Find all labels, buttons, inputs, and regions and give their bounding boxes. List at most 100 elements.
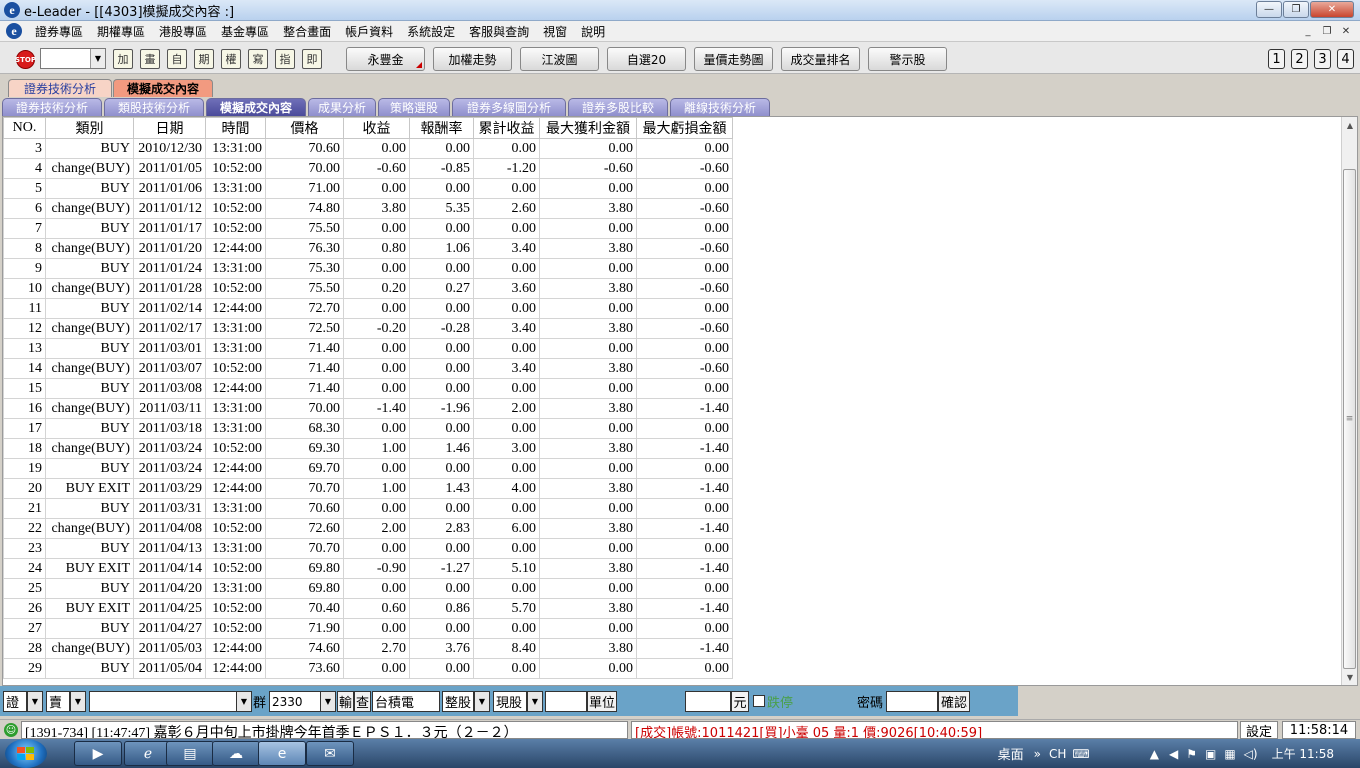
table-row[interactable]: 22 change(BUY) 2011/04/08 10:52:00 72.60 2.00…	[3, 518, 733, 539]
chat-app-icon[interactable]: ✉	[306, 741, 354, 766]
volume-rank-button[interactable]: 成交量排名	[781, 47, 860, 71]
column-header[interactable]: NO.	[3, 117, 46, 139]
subtab-strategy[interactable]: 策略選股	[378, 98, 450, 116]
layout-4-button[interactable]: 4	[1337, 49, 1354, 69]
chevron-down-icon[interactable]: ▼	[90, 49, 105, 68]
chart-icon[interactable]: 畫	[140, 49, 160, 69]
menu-futures-zone[interactable]: 期權專區	[90, 23, 152, 40]
layout-3-button[interactable]: 3	[1314, 49, 1331, 69]
broker-button[interactable]: 永豐金	[346, 47, 425, 71]
wave-chart-button[interactable]: 江波圖	[520, 47, 599, 71]
price-input[interactable]	[685, 691, 731, 712]
scroll-down-icon[interactable]: ▼	[1342, 669, 1357, 685]
keyboard-icon[interactable]: ⌨	[1072, 747, 1089, 761]
table-row[interactable]: 26 BUY EXIT 2011/04/25 10:52:00 70.40 0.60 0.8…	[3, 598, 733, 619]
file-explorer-icon[interactable]: ▤	[166, 741, 214, 766]
confirm-button[interactable]: 確認	[938, 691, 970, 712]
tray-arrow-icon[interactable]: ▲	[1150, 747, 1159, 761]
trade-type-select[interactable]: 現股	[493, 691, 527, 712]
mdi-minimize-button[interactable]: _	[1300, 23, 1316, 39]
table-row[interactable]: 27 BUY 2011/04/27 10:52:00 71.90 0.00 0.00 0.00…	[3, 618, 733, 639]
taskbar-clock[interactable]: 上午 11:58	[1272, 745, 1334, 762]
subtab-simulated-trades[interactable]: 模擬成交內容	[206, 98, 306, 116]
table-row[interactable]: 5 BUY 2011/01/06 13:31:00 71.00 0.00 0.00 0.00 0…	[3, 178, 733, 199]
menu-hk-zone[interactable]: 港股專區	[152, 23, 214, 40]
table-row[interactable]: 7 BUY 2011/01/17 10:52:00 75.50 0.00 0.00 0.00 0…	[3, 218, 733, 239]
subtab-results[interactable]: 成果分析	[308, 98, 376, 116]
volume-price-button[interactable]: 量價走勢圖	[694, 47, 773, 71]
tab-securities-analysis[interactable]: 證券技術分析	[8, 79, 112, 97]
chevron-down-icon[interactable]: ▼	[527, 691, 543, 712]
column-header[interactable]: 日期	[133, 117, 206, 139]
mdi-restore-button[interactable]: ❐	[1319, 23, 1335, 39]
table-row[interactable]: 20 BUY EXIT 2011/03/29 12:44:00 70.70 1.00 1.4…	[3, 478, 733, 499]
media-player-icon[interactable]: ▶	[74, 741, 122, 766]
index-icon[interactable]: 指	[275, 49, 295, 69]
side-select[interactable]: 賣	[46, 691, 70, 712]
table-row[interactable]: 6 change(BUY) 2011/01/12 10:52:00 74.80 3.80 5…	[3, 198, 733, 219]
alert-stocks-button[interactable]: 警示股	[868, 47, 947, 71]
input-button[interactable]: 輸	[337, 691, 354, 712]
menu-fund-zone[interactable]: 基金專區	[214, 23, 276, 40]
menu-window[interactable]: 視窗	[536, 23, 574, 40]
scroll-up-icon[interactable]: ▲	[1342, 117, 1357, 133]
vertical-scrollbar[interactable]: ▲ ≡ ▼	[1341, 117, 1357, 685]
warrant-icon[interactable]: 權	[221, 49, 241, 69]
table-row[interactable]: 8 change(BUY) 2011/01/20 12:44:00 76.30 0.80 1…	[3, 238, 733, 259]
stock-code-input[interactable]: 2330	[269, 691, 321, 712]
table-row[interactable]: 29 BUY 2011/05/04 12:44:00 73.60 0.00 0.00 0.00…	[3, 658, 733, 679]
table-row[interactable]: 18 change(BUY) 2011/03/24 10:52:00 69.30 1.00…	[3, 438, 733, 459]
market-select[interactable]: 證	[3, 691, 27, 712]
table-row[interactable]: 11 BUY 2011/02/14 12:44:00 72.70 0.00 0.00 0.00…	[3, 298, 733, 319]
menu-stock-zone[interactable]: 證券專區	[28, 23, 90, 40]
table-row[interactable]: 19 BUY 2011/03/24 12:44:00 69.70 0.00 0.00 0.00…	[3, 458, 733, 479]
weighted-trend-button[interactable]: 加權走勢	[433, 47, 512, 71]
network-app-icon[interactable]: ☁	[212, 741, 260, 766]
layout-1-button[interactable]: 1	[1268, 49, 1285, 69]
watchlist20-button[interactable]: 自選20	[607, 47, 686, 71]
show-desktop-label[interactable]: 桌面	[998, 744, 1024, 763]
start-button[interactable]	[5, 739, 47, 768]
table-row[interactable]: 28 change(BUY) 2011/05/03 12:44:00 74.60 2.70…	[3, 638, 733, 659]
speaker-icon[interactable]: ◁)	[1244, 747, 1258, 761]
subtab-compare[interactable]: 證券多股比較	[568, 98, 668, 116]
add-icon[interactable]: 加	[113, 49, 133, 69]
restore-button[interactable]: ❐	[1283, 1, 1309, 18]
chevron-down-icon[interactable]: ▼	[236, 691, 252, 712]
volume-alert-icon[interactable]: ◀	[1169, 747, 1178, 761]
action-center-icon[interactable]: ⚑	[1186, 747, 1197, 761]
unit-button[interactable]: 單位	[587, 691, 617, 712]
column-header[interactable]: 最大虧損金額	[636, 117, 733, 139]
realtime-icon[interactable]: 即	[302, 49, 322, 69]
futures-icon[interactable]: 期	[194, 49, 214, 69]
table-row[interactable]: 23 BUY 2011/04/13 13:31:00 70.70 0.00 0.00 0.00…	[3, 538, 733, 559]
column-header[interactable]: 收益	[343, 117, 410, 139]
column-header[interactable]: 報酬率	[409, 117, 474, 139]
chevron-down-icon[interactable]: ▼	[474, 691, 490, 712]
menu-settings[interactable]: 系統設定	[400, 23, 462, 40]
subtab-securities-analysis[interactable]: 證券技術分析	[2, 98, 102, 116]
news-ticker[interactable]: [1391-734] [11:47:47] 嘉彰６月中旬上市掛牌今年首季ＥＰＳ１…	[21, 721, 628, 739]
tab-simulated-trades[interactable]: 模擬成交內容	[113, 79, 213, 97]
table-row[interactable]: 10 change(BUY) 2011/01/28 10:52:00 75.50 0.20…	[3, 278, 733, 299]
chevron-down-icon[interactable]: ▼	[27, 691, 43, 712]
quantity-input[interactable]	[545, 691, 587, 712]
write-icon[interactable]: 寫	[248, 49, 268, 69]
subtab-multiline[interactable]: 證券多線圖分析	[452, 98, 566, 116]
menu-service[interactable]: 客服與查詢	[462, 23, 536, 40]
expand-icon[interactable]: »	[1034, 747, 1041, 761]
table-row[interactable]: 24 BUY EXIT 2011/04/14 10:52:00 69.80 -0.90 -1…	[3, 558, 733, 579]
eleader-task-icon[interactable]: e	[258, 741, 306, 766]
column-header[interactable]: 類別	[45, 117, 134, 139]
table-row[interactable]: 4 change(BUY) 2011/01/05 10:52:00 70.00 -0.60…	[3, 158, 733, 179]
language-indicator[interactable]: CH	[1049, 747, 1066, 761]
table-row[interactable]: 3 BUY 2010/12/30 13:31:00 70.60 0.00 0.00 0.00 0…	[3, 138, 733, 159]
subtab-sector-analysis[interactable]: 類股技術分析	[104, 98, 204, 116]
table-row[interactable]: 17 BUY 2011/03/18 13:31:00 68.30 0.00 0.00 0.00…	[3, 418, 733, 439]
mdi-close-button[interactable]: ✕	[1338, 23, 1354, 39]
column-header[interactable]: 時間	[205, 117, 266, 139]
toolbar-combo[interactable]: ▼	[40, 48, 106, 69]
menu-account[interactable]: 帳戶資料	[338, 23, 400, 40]
subtab-offline[interactable]: 離線技術分析	[670, 98, 770, 116]
deal-notice[interactable]: [成交]帳號:1011421[買]小臺 05 量:1 價:9026[10:40:…	[631, 721, 1238, 739]
